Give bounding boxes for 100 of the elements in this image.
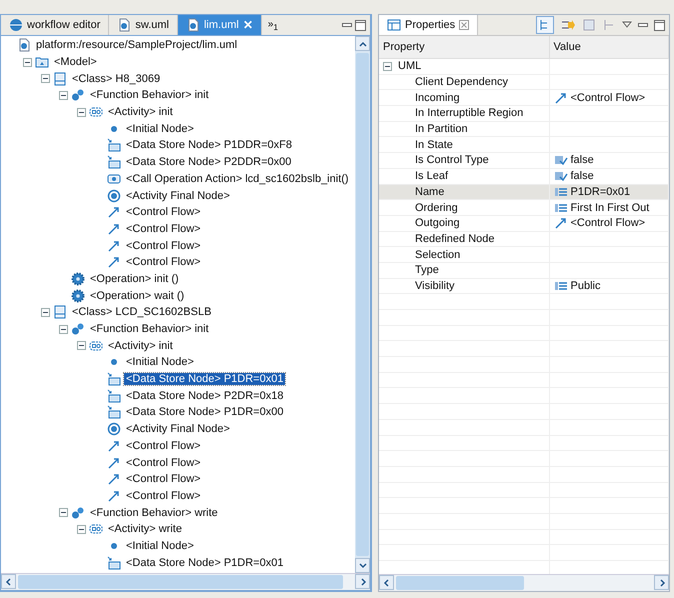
property-row[interactable]: Is Leaf false <box>379 168 668 184</box>
property-row[interactable]: Redefined Node <box>379 231 668 247</box>
dropdown-icon[interactable] <box>622 21 632 29</box>
chevron-left-icon[interactable] <box>382 578 392 588</box>
tree-item[interactable]: <Control Flow> <box>124 256 203 268</box>
property-row[interactable]: In Interruptible Region <box>379 106 668 122</box>
tree-item[interactable]: <Control Flow> <box>124 440 203 452</box>
tree-item[interactable]: <Function Behavior> write <box>88 506 220 519</box>
action-icon <box>107 172 121 186</box>
property-row[interactable]: Is Control Type false <box>379 152 668 168</box>
tree-item[interactable]: <Data Store Node> P1DR=0x00 <box>124 406 286 418</box>
tree-item[interactable]: <Data Store Node> P1DR=0x01 <box>124 373 286 386</box>
arrow-icon <box>554 216 568 230</box>
collapse-toggle[interactable] <box>77 341 86 350</box>
property-name: Is Leaf <box>415 170 448 182</box>
data-store-icon <box>107 388 121 403</box>
collapse-toggle[interactable] <box>77 108 86 117</box>
property-row[interactable]: Incoming <Control Flow> <box>379 90 668 106</box>
tree-item[interactable]: <Data Store Node> P1DR=0x01 <box>124 556 286 569</box>
close-icon[interactable]: ✕ <box>242 18 253 32</box>
tree-item[interactable]: <Model> <box>52 56 99 68</box>
property-value: <Control Flow> <box>570 217 646 230</box>
vertical-scrollbar[interactable] <box>355 36 370 573</box>
globe-icon <box>9 18 23 32</box>
group-label: UML <box>398 60 422 72</box>
property-row[interactable]: Outgoing <Control Flow> <box>379 215 668 232</box>
boolean-icon <box>554 153 568 168</box>
minimize-icon[interactable] <box>342 23 352 27</box>
tree-item[interactable]: <Control Flow> <box>124 473 203 486</box>
minimize-icon[interactable] <box>638 23 648 27</box>
gear-icon <box>71 288 85 303</box>
tree-item[interactable]: <Control Flow> <box>124 222 203 235</box>
collapse-toggle[interactable] <box>383 62 392 71</box>
property-value: false <box>570 170 594 182</box>
tree-item[interactable]: <Control Flow> <box>124 206 203 218</box>
overflow-tabs[interactable]: »$_{1}$ <box>262 18 284 32</box>
tree-item[interactable]: <Control Flow> <box>124 240 203 252</box>
property-row[interactable]: Visibility Public <box>379 278 668 294</box>
tree-item[interactable]: <Operation> wait () <box>88 290 186 302</box>
collapse-toggle[interactable] <box>59 324 68 334</box>
editor-tab[interactable]: sw.uml <box>109 15 178 35</box>
tree-item[interactable]: <Activity Final Node> <box>124 423 232 436</box>
property-value: Public <box>570 280 600 292</box>
maximize-icon[interactable] <box>355 20 366 30</box>
tree-item[interactable]: <Initial Node> <box>124 122 196 135</box>
table-icon <box>387 18 401 32</box>
tree-item[interactable]: <Activity Final Node> <box>124 190 232 202</box>
property-row[interactable]: In Partition <box>379 121 668 137</box>
collapse-toggle[interactable] <box>59 90 68 100</box>
tree-view-icon[interactable] <box>536 16 554 34</box>
chevron-left-icon[interactable] <box>4 576 14 586</box>
collapse-toggle[interactable] <box>59 508 68 518</box>
gears-icon <box>71 88 85 102</box>
chevron-down-icon[interactable] <box>358 560 368 570</box>
property-row[interactable]: Type <box>379 262 668 278</box>
tree-item[interactable]: platform:/resource/SampleProject/lim.uml <box>34 39 240 52</box>
maximize-icon[interactable] <box>654 20 665 30</box>
property-row[interactable]: Client Dependency <box>379 74 668 90</box>
editor-tab[interactable]: lim.uml ✕ <box>178 15 262 35</box>
property-value: <Control Flow> <box>570 92 646 104</box>
property-name: In State <box>415 138 453 151</box>
arrow-icon <box>107 438 121 453</box>
collapse-toggle[interactable] <box>41 308 50 317</box>
column-header[interactable]: Property <box>379 36 549 58</box>
property-name: Redefined Node <box>415 232 495 245</box>
property-name: In Partition <box>415 123 468 136</box>
final-node-icon <box>107 188 121 203</box>
editor-tab[interactable]: workflow editor <box>1 15 110 35</box>
tree-item[interactable]: <Activity> write <box>106 523 184 536</box>
gears-icon <box>71 506 85 520</box>
tree-item[interactable]: <Initial Node> <box>124 540 196 552</box>
tree-item[interactable]: <Function Behavior> init <box>88 89 211 102</box>
tree-item[interactable]: <Activity> init <box>106 340 175 352</box>
tree-item[interactable]: <Data Store Node> P1DDR=0xF8 <box>124 139 294 152</box>
tree-item[interactable]: <Class> H8_3069 <box>70 72 162 85</box>
tree-item[interactable]: <Control Flow> <box>124 456 203 469</box>
collapse-toggle[interactable] <box>77 524 86 534</box>
tree-item[interactable]: <Initial Node> <box>124 356 196 368</box>
tree-item[interactable]: <Operation> init () <box>88 272 181 285</box>
tree-item[interactable]: <Data Store Node> P2DDR=0x00 <box>124 156 294 168</box>
close-icon[interactable] <box>459 20 470 30</box>
property-value: First In First Out <box>570 202 650 214</box>
gears-icon <box>71 322 85 336</box>
arrow-icon <box>107 488 121 503</box>
tree-item[interactable]: <Control Flow> <box>124 490 203 502</box>
property-row[interactable]: Selection <box>379 246 668 262</box>
collapse-toggle[interactable] <box>41 74 50 84</box>
horizontal-scrollbar[interactable] <box>379 574 669 591</box>
column-header[interactable]: Value <box>549 36 668 58</box>
tree-item[interactable]: <Function Behavior> init <box>88 323 211 336</box>
horizontal-scrollbar[interactable] <box>1 573 370 590</box>
activity-icon <box>89 105 103 120</box>
tree-item[interactable]: <Class> LCD_SC1602BSLB <box>70 306 214 318</box>
tree-item[interactable]: <Activity> init <box>106 106 175 118</box>
tree-item[interactable]: <Data Store Node> P2DR=0x18 <box>124 390 286 402</box>
property-row[interactable]: In State <box>379 136 668 153</box>
data-store-icon <box>107 138 121 152</box>
property-row[interactable]: Ordering First In First Out <box>379 200 668 216</box>
collapse-toggle[interactable] <box>23 58 32 67</box>
tree-item[interactable]: <Call Operation Action> lcd_sc1602bslb_init() <box>124 172 351 185</box>
